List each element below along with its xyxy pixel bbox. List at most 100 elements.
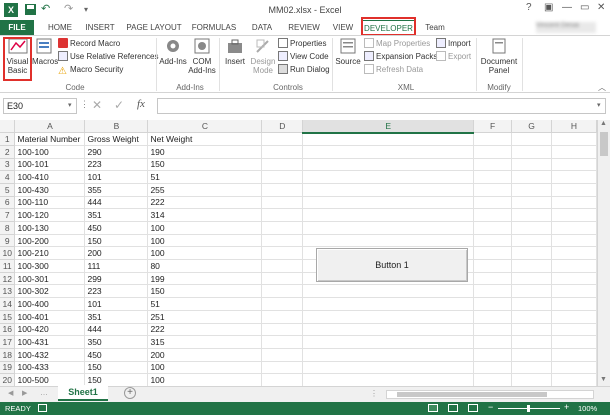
zoom-slider-thumb[interactable]	[527, 405, 530, 412]
cell[interactable]	[473, 234, 513, 248]
cell[interactable]	[551, 310, 597, 324]
cell[interactable]	[473, 132, 513, 146]
macro-security-button[interactable]: ⚠ Macro Security	[58, 64, 123, 77]
cell[interactable]	[261, 246, 304, 261]
com-addins-button[interactable]: COM Add-Ins	[188, 37, 216, 75]
add-sheet-button[interactable]: +	[124, 387, 136, 399]
row-header[interactable]: 20	[0, 373, 16, 386]
cell[interactable]	[261, 373, 304, 386]
cell[interactable]	[511, 158, 552, 172]
row-header[interactable]: 18	[0, 348, 16, 362]
enter-icon[interactable]: ✓	[114, 98, 124, 112]
addins-button[interactable]: Add-Ins	[159, 37, 187, 66]
cell[interactable]	[551, 348, 597, 362]
cell[interactable]: 223	[84, 158, 149, 172]
cell[interactable]	[302, 335, 475, 349]
cell[interactable]	[511, 246, 552, 261]
document-panel-button[interactable]: Document Panel	[479, 37, 519, 75]
cell[interactable]	[511, 259, 552, 273]
cell[interactable]: 255	[147, 183, 263, 197]
row-header[interactable]: 12	[0, 272, 16, 286]
cell[interactable]: 200	[147, 348, 263, 362]
cell[interactable]	[261, 361, 304, 375]
page-layout-view-icon[interactable]	[448, 404, 458, 412]
next-sheet-icon[interactable]: ▶	[22, 389, 27, 397]
cell[interactable]	[473, 183, 513, 197]
cell[interactable]	[551, 196, 597, 210]
cell[interactable]: 450	[84, 221, 149, 235]
cell[interactable]	[261, 158, 304, 172]
cell[interactable]: 100	[147, 221, 263, 235]
page-break-view-icon[interactable]	[468, 404, 478, 412]
insert-function-icon[interactable]: fx	[137, 98, 145, 110]
cell[interactable]: 100-401	[14, 310, 86, 324]
record-macro-button[interactable]: Record Macro	[58, 38, 120, 50]
expansion-packs-button[interactable]: Expansion Packs	[364, 51, 437, 63]
cell[interactable]: 355	[84, 183, 149, 197]
cell[interactable]	[261, 310, 304, 324]
cell[interactable]	[511, 310, 552, 324]
tab-view[interactable]: VIEW	[328, 20, 358, 35]
row-header[interactable]: 3	[0, 158, 16, 172]
cell[interactable]	[551, 145, 597, 159]
column-header[interactable]: D	[261, 120, 304, 134]
row-header[interactable]: 13	[0, 284, 16, 299]
cell[interactable]: 51	[147, 297, 263, 311]
cell[interactable]: 315	[147, 335, 263, 349]
cell[interactable]: 450	[84, 348, 149, 362]
cell[interactable]	[473, 323, 513, 337]
column-header[interactable]: A	[14, 120, 86, 134]
formula-options-icon[interactable]: ⋮	[80, 99, 89, 110]
cell[interactable]	[302, 183, 475, 197]
cell[interactable]: 100-302	[14, 284, 86, 299]
cell[interactable]: Net Weight	[147, 132, 263, 146]
row-header[interactable]: 19	[0, 361, 16, 375]
row-header[interactable]: 5	[0, 183, 16, 197]
cell[interactable]: 100-100	[14, 145, 86, 159]
cell[interactable]: 100	[147, 234, 263, 248]
cell[interactable]	[302, 208, 475, 222]
cell[interactable]	[473, 221, 513, 235]
cell[interactable]	[551, 259, 597, 273]
view-code-button[interactable]: View Code	[278, 51, 329, 63]
cell[interactable]: 290	[84, 145, 149, 159]
cell[interactable]	[261, 272, 304, 286]
row-header[interactable]: 8	[0, 221, 16, 235]
cell[interactable]	[473, 361, 513, 375]
cell[interactable]: 444	[84, 196, 149, 210]
cell[interactable]: 100-200	[14, 234, 86, 248]
form-button-1[interactable]: Button 1	[316, 248, 468, 282]
cell[interactable]: 100-430	[14, 183, 86, 197]
help-button[interactable]: ?	[526, 2, 532, 13]
cell[interactable]	[551, 170, 597, 184]
cell[interactable]: 100-431	[14, 335, 86, 349]
cell[interactable]	[551, 183, 597, 197]
column-header[interactable]: H	[551, 120, 597, 134]
cell[interactable]	[551, 284, 597, 299]
minimize-button[interactable]: —	[562, 2, 572, 13]
select-all-corner[interactable]	[0, 120, 16, 134]
cell[interactable]	[511, 208, 552, 222]
cell[interactable]: 100-433	[14, 361, 86, 375]
source-button[interactable]: Source	[335, 37, 361, 66]
cell[interactable]	[302, 284, 475, 299]
cell[interactable]	[473, 297, 513, 311]
cell[interactable]	[551, 158, 597, 172]
cell[interactable]	[302, 297, 475, 311]
map-properties-button[interactable]: Map Properties	[364, 38, 430, 50]
cell[interactable]	[302, 145, 475, 159]
cell-table[interactable]: ABCDEFGH 1 Material Number Gross Weight Net…	[0, 120, 597, 386]
cell[interactable]: 51	[147, 170, 263, 184]
row-header[interactable]: 4	[0, 170, 16, 184]
cell[interactable]: 100	[147, 361, 263, 375]
cell[interactable]: 100-432	[14, 348, 86, 362]
row-header[interactable]: 2	[0, 145, 16, 159]
cell[interactable]: 444	[84, 323, 149, 337]
insert-controls-button[interactable]: Insert	[222, 37, 248, 66]
cell[interactable]	[473, 373, 513, 386]
tab-file[interactable]: FILE	[0, 20, 34, 35]
cell[interactable]: 351	[84, 208, 149, 222]
scroll-up-icon[interactable]: ▲	[600, 120, 607, 127]
cell[interactable]	[511, 335, 552, 349]
cell[interactable]	[511, 373, 552, 386]
